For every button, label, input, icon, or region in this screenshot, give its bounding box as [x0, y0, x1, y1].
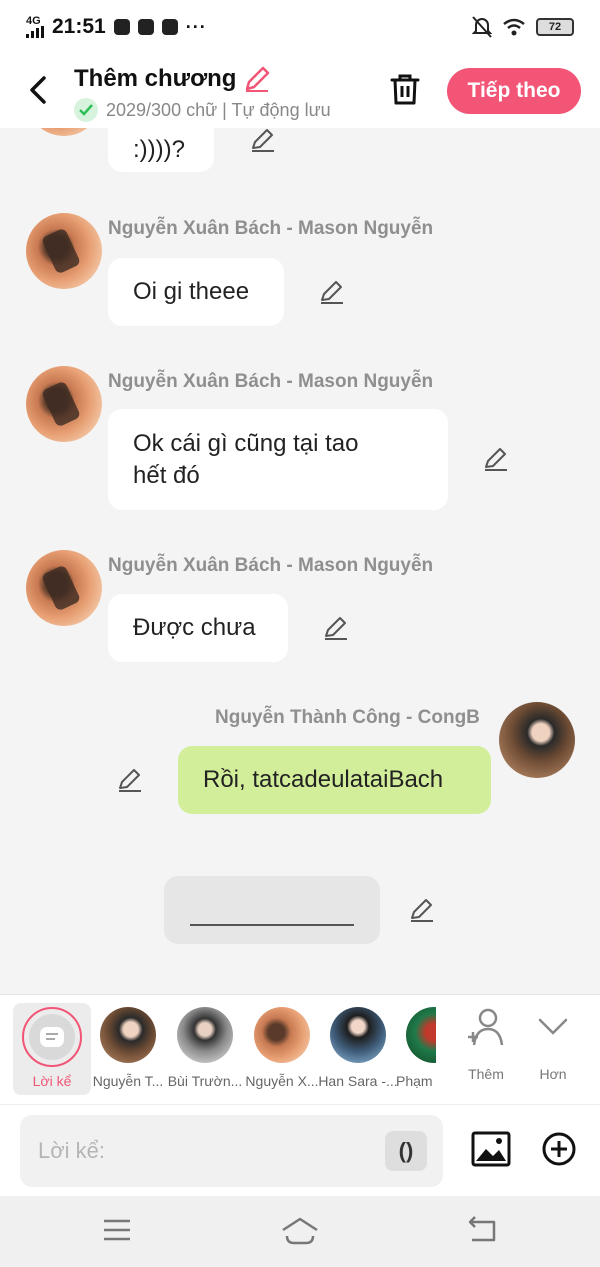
message-bubble[interactable]: :))))?: [108, 128, 214, 172]
back-nav-icon[interactable]: [466, 1216, 498, 1244]
more-button[interactable]: Hơn: [523, 1007, 583, 1082]
battery-icon: 72: [536, 18, 574, 36]
avatar[interactable]: [26, 550, 102, 626]
character-option[interactable]: Phạm: [394, 1007, 436, 1089]
avatar: [100, 1007, 156, 1063]
character-option[interactable]: Han Sara -...: [318, 1007, 398, 1089]
message-text-line: Ok cái gì cũng tại tao: [133, 429, 359, 457]
avatar[interactable]: [26, 128, 102, 136]
avatar: [177, 1007, 233, 1063]
home-icon[interactable]: [280, 1216, 320, 1246]
add-character-button[interactable]: Thêm: [456, 1007, 516, 1082]
add-circle-icon[interactable]: [541, 1131, 577, 1167]
add-person-icon: [468, 1008, 504, 1046]
edit-pencil-icon[interactable]: [482, 445, 510, 473]
mail-notification-icon: [137, 19, 154, 35]
avatar[interactable]: [499, 702, 575, 778]
message-text: Được chưa: [133, 614, 256, 641]
word-count-status: 2029/300 chữ | Tự động lưu: [106, 99, 331, 120]
message-bubble[interactable]: Oi gi theee: [108, 258, 284, 326]
app-notification-icon: [113, 19, 130, 35]
message-text-line: hết đó: [133, 461, 200, 489]
image-icon[interactable]: [471, 1129, 511, 1169]
character-selector: Lời kể Nguyễn T... Bùi Trườn... Nguyễn X…: [0, 994, 600, 1104]
character-option[interactable]: Nguyễn T...: [88, 1007, 168, 1089]
message-bubble[interactable]: Được chưa: [108, 594, 288, 662]
status-bar: 4G 21:51 ··· 72: [0, 0, 600, 54]
edit-pencil-icon[interactable]: [408, 896, 436, 924]
battery-level: 72: [548, 21, 562, 33]
header: Thêm chương 2029/300 chữ | Tự động lưu T…: [0, 54, 600, 128]
chevron-down-icon: [538, 1018, 568, 1035]
edit-pencil-icon[interactable]: [116, 766, 144, 794]
narration-icon: [40, 1027, 64, 1047]
saved-check-icon: [74, 98, 98, 122]
sender-name: Nguyễn Xuân Bách - Mason Nguyễn: [108, 555, 434, 576]
edit-title-pencil-icon[interactable]: [242, 64, 272, 94]
narration-input[interactable]: Lời kể: (): [20, 1115, 443, 1187]
video-notification-icon: [161, 19, 178, 35]
avatar[interactable]: [26, 366, 102, 442]
more-label: Hơn: [539, 1066, 567, 1082]
wifi-icon: [503, 18, 525, 36]
sender-name: Nguyễn Xuân Bách - Mason Nguyễn: [108, 218, 434, 239]
character-option[interactable]: Nguyễn X...: [242, 1007, 322, 1089]
message-bubble[interactable]: Rồi, tatcadeulataiBach: [178, 746, 491, 814]
avatar: [254, 1007, 310, 1063]
page-title: Thêm chương: [74, 65, 237, 92]
avatar: [330, 1007, 386, 1063]
network-type: 4G: [26, 15, 41, 27]
next-button-label: Tiếp theo: [467, 79, 561, 102]
sender-name: Nguyễn Thành Công - CongB: [215, 707, 480, 728]
next-button[interactable]: Tiếp theo: [447, 68, 581, 114]
character-name: Bùi Trườn...: [167, 1073, 243, 1089]
edit-pencil-icon[interactable]: [318, 278, 346, 306]
more-notifications-icon: ···: [185, 16, 207, 37]
narration-bubble[interactable]: [164, 876, 380, 944]
sender-name: Nguyễn Xuân Bách - Mason Nguyễn: [108, 371, 434, 392]
character-name: Han Sara -...: [318, 1073, 398, 1089]
input-bar: Lời kể: (): [0, 1104, 600, 1196]
clock: 21:51: [52, 15, 106, 38]
avatar: [406, 1007, 436, 1063]
mute-bell-icon: [472, 16, 492, 38]
message-text: Oi gi theee: [133, 278, 250, 305]
parentheses-button[interactable]: (): [385, 1131, 427, 1171]
message-bubble[interactable]: Ok cái gì cũng tại tao hết đó: [108, 409, 448, 510]
signal-bars-icon: [26, 26, 44, 38]
blank-narration-line: [190, 924, 354, 926]
chat-area[interactable]: :))))? Nguyễn Xuân Bách - Mason Nguyễn O…: [0, 128, 600, 994]
signal-indicator: 4G: [26, 16, 44, 38]
edit-pencil-icon[interactable]: [249, 128, 277, 154]
system-nav-bar: [0, 1196, 600, 1267]
parentheses-label: (): [398, 1138, 414, 1163]
edit-pencil-icon[interactable]: [322, 614, 350, 642]
character-option[interactable]: Bùi Trườn...: [165, 1007, 245, 1089]
character-name: Nguyễn T...: [92, 1073, 164, 1089]
message-text: Rồi, tatcadeulataiBach: [203, 766, 444, 793]
character-name: Nguyễn X...: [245, 1073, 319, 1089]
character-name: Phạm: [396, 1073, 433, 1089]
back-arrow-icon[interactable]: [24, 72, 52, 108]
narrator-label: Lời kể: [32, 1073, 72, 1089]
message-text: :))))?: [133, 136, 185, 163]
narrator-option[interactable]: Lời kể: [13, 1003, 91, 1095]
trash-icon[interactable]: [388, 72, 422, 106]
menu-icon[interactable]: [102, 1216, 132, 1244]
avatar[interactable]: [26, 213, 102, 289]
input-placeholder: Lời kể:: [38, 1138, 106, 1163]
add-character-label: Thêm: [468, 1066, 504, 1082]
